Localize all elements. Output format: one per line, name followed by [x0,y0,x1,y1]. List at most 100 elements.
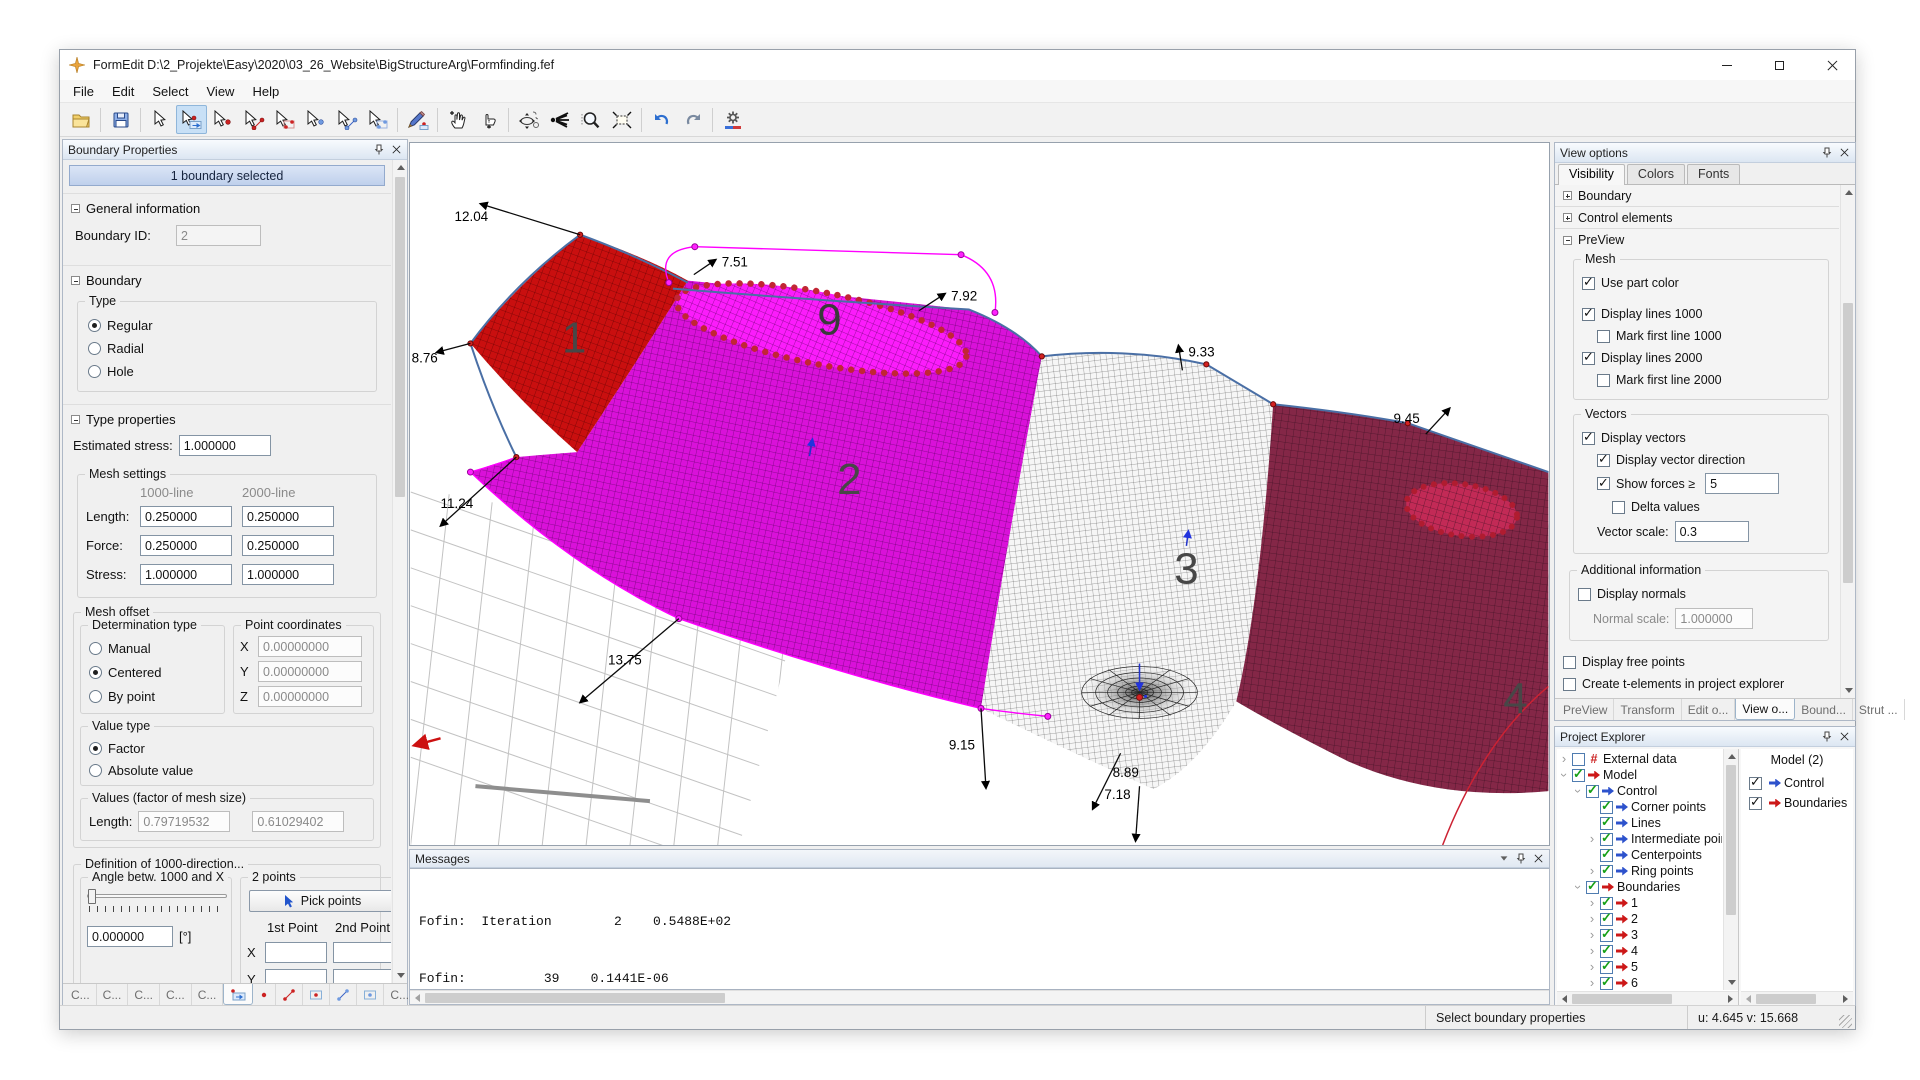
rotate-3d-tool-button[interactable] [513,105,544,134]
scroll-right-button[interactable] [1723,992,1738,1006]
estimated-stress-field[interactable] [179,435,271,456]
check-display-free-points[interactable]: Display free points [1555,651,1839,673]
check-create-t-elements[interactable]: Create t-elements in project explorer [1555,673,1839,695]
draw-tool-button[interactable] [402,105,433,134]
settings-button[interactable] [717,105,748,134]
tree-boundary[interactable]: Boundary [1555,185,1839,207]
force-1000-field[interactable] [140,535,232,556]
boundary-id-field[interactable] [176,225,261,246]
radio-manual[interactable]: Manual [89,636,216,660]
scroll-up-button[interactable] [1841,185,1855,200]
zoom-tool-button[interactable] [575,105,606,134]
scroll-left-button[interactable] [1741,992,1756,1006]
tab-c5[interactable]: C... [192,984,224,1005]
point2-y-field[interactable] [333,969,391,983]
zoom-window-tool-button[interactable] [606,105,637,134]
length-2000-field[interactable] [242,506,334,527]
pick-points-button[interactable]: Pick points [249,890,391,912]
radio-hole[interactable]: Hole [88,360,366,383]
project-explorer-header[interactable]: Project Explorer [1555,727,1855,747]
section-boundary[interactable]: Boundary [63,265,391,293]
scroll-down-button[interactable] [1841,683,1855,698]
scroll-down-button[interactable] [1724,975,1739,990]
scroll-up-button[interactable] [1724,749,1739,764]
save-button[interactable] [105,105,136,134]
tree-item-centerpoints[interactable]: Centerpoints [1559,847,1722,863]
angle-field[interactable] [87,926,173,947]
project-tree-hscrollbar[interactable] [1557,991,1738,1005]
tree-item-boundary-1[interactable]: 1 [1559,895,1722,911]
close-panel-icon[interactable] [390,144,402,156]
normal-scale-field[interactable] [1675,608,1753,629]
vector-scale-field[interactable] [1675,521,1749,542]
select-point-tool-button[interactable] [207,105,238,134]
collapse-icon[interactable] [71,204,80,213]
scroll-right-button[interactable] [1838,992,1853,1006]
tab-fonts[interactable]: Fonts [1687,164,1740,184]
scroll-left-button[interactable] [410,991,425,1005]
scroll-left-button[interactable] [1557,992,1572,1006]
tree-item-boundary-2[interactable]: 2 [1559,911,1722,927]
tree-item-intermediate-points[interactable]: Intermediate points [1559,831,1722,847]
section-general-information[interactable]: General information [63,193,391,221]
expand-icon[interactable] [1563,191,1572,200]
dropdown-icon[interactable] [1498,853,1510,865]
pin-icon[interactable] [373,144,385,156]
check-show-forces[interactable]: Show forces ≥ [1597,471,1820,496]
check-mark-first-line-2000[interactable]: Mark first line 2000 [1597,369,1820,391]
values-length-2-field[interactable] [252,811,344,832]
stress-2000-field[interactable] [242,564,334,585]
menu-file[interactable]: File [64,81,103,102]
check-display-vector-direction[interactable]: Display vector direction [1597,449,1820,471]
slider-thumb[interactable] [88,889,96,904]
tab-area-blue[interactable] [357,984,384,1005]
close-panel-icon[interactable] [1838,731,1850,743]
tree-item-boundaries[interactable]: Boundaries [1559,879,1722,895]
tab-line-red[interactable] [276,984,303,1005]
radio-factor[interactable]: Factor [89,737,365,759]
collapse-icon[interactable] [1563,236,1572,245]
point-z-field[interactable] [258,686,362,707]
tab-c1[interactable]: C... [65,984,97,1005]
tree-control-elements[interactable]: Control elements [1555,207,1839,229]
menu-view[interactable]: View [198,81,244,102]
messages-log[interactable]: Fofin: Iteration 2 0.5488E+02 Fofin: 39 … [410,868,1549,990]
scroll-thumb[interactable] [395,177,405,497]
select-line-tool-button[interactable] [238,105,269,134]
select-area-tool-button[interactable] [269,105,300,134]
close-button[interactable] [1810,51,1855,80]
title-bar[interactable]: FormEdit D:\2_Projekte\Easy\2020\03_26_W… [60,50,1855,80]
summary-item-control[interactable]: Control [1741,773,1853,793]
tree-item-boundary-6[interactable]: 6 [1559,975,1722,990]
point1-x-field[interactable] [265,942,327,963]
menu-help[interactable]: Help [243,81,288,102]
tab-edit-options[interactable]: Edit o... [1682,699,1736,720]
check-display-lines-2000[interactable]: Display lines 2000 [1582,347,1820,369]
stress-1000-field[interactable] [140,564,232,585]
tab-preview[interactable]: PreView [1557,699,1614,720]
view-options-scrollbar[interactable] [1840,185,1855,698]
tab-struts[interactable]: Strut ... [1853,699,1905,720]
scroll-thumb[interactable] [1843,303,1853,583]
close-panel-icon[interactable] [1838,147,1850,159]
tab-colors[interactable]: Colors [1627,164,1685,184]
minimize-button[interactable] [1704,51,1749,80]
point1-y-field[interactable] [265,969,327,983]
tab-c2[interactable]: C... [97,984,129,1005]
check-mark-first-line-1000[interactable]: Mark first line 1000 [1597,325,1820,347]
angle-slider[interactable] [87,888,227,912]
close-panel-icon[interactable] [1532,853,1544,865]
messages-hscrollbar[interactable] [410,990,1549,1004]
section-type-properties[interactable]: Type properties [63,404,391,432]
point2-x-field[interactable] [333,942,391,963]
point-x-field[interactable] [258,636,362,657]
tab-view-options[interactable]: View o... [1735,699,1795,720]
collapse-icon[interactable] [71,276,80,285]
select-control-point-tool-button[interactable] [300,105,331,134]
tab-c3[interactable]: C... [128,984,160,1005]
tab-transform[interactable]: Transform [1614,699,1681,720]
tab-c4[interactable]: C... [160,984,192,1005]
pick-tool-button[interactable] [473,105,504,134]
expand-icon[interactable] [1563,213,1572,222]
pan-tool-button[interactable] [442,105,473,134]
